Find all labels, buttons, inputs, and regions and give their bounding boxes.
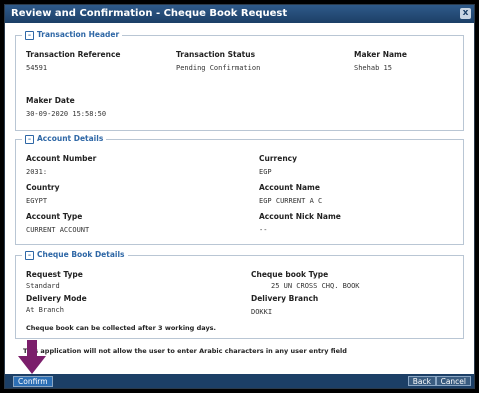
account-number-value: 2031: <box>26 168 48 176</box>
delivery-branch-label: Delivery Branch <box>251 294 319 303</box>
account-number-label: Account Number <box>26 154 97 163</box>
account-name-label: Account Name <box>259 183 320 192</box>
maker-name-label: Maker Name <box>354 50 407 59</box>
delivery-branch-value: DOKKI <box>251 308 273 316</box>
account-type-value: CURRENT ACCOUNT <box>26 226 90 234</box>
arabic-input-notice: This application will not allow the user… <box>23 347 347 355</box>
account-details-legend[interactable]: – Account Details <box>22 133 107 145</box>
cheque-book-type-label: Cheque book Type <box>251 270 329 279</box>
transaction-reference-label: Transaction Reference <box>26 50 121 59</box>
down-arrow-icon <box>18 340 46 374</box>
account-nick-name-label: Account Nick Name <box>259 212 341 221</box>
dialog-footer: Confirm Back Cancel <box>5 374 474 388</box>
transaction-status-value: Pending Confirmation <box>176 64 261 72</box>
currency-value: EGP <box>259 168 272 176</box>
country-value: EGYPT <box>26 197 48 205</box>
delivery-mode-value: At Branch <box>26 306 64 314</box>
account-nick-name-value: -- <box>259 226 268 234</box>
legend-label: Account Details <box>37 134 104 143</box>
collapse-icon[interactable]: – <box>25 250 34 260</box>
request-type-label: Request Type <box>26 270 83 279</box>
maker-name-value: Shehab 15 <box>354 64 392 72</box>
legend-label: Cheque Book Details <box>37 250 125 259</box>
dialog-title: Review and Confirmation - Cheque Book Re… <box>11 8 288 19</box>
cancel-button[interactable]: Cancel <box>435 376 471 386</box>
account-details-section: – Account Details Account Number 2031: C… <box>15 133 464 245</box>
cheque-book-details-legend[interactable]: – Cheque Book Details <box>22 249 128 261</box>
transaction-header-section: – Transaction Header Transaction Referen… <box>15 29 464 131</box>
transaction-header-legend[interactable]: – Transaction Header <box>22 29 123 41</box>
dialog-title-bar: Review and Confirmation - Cheque Book Re… <box>5 5 474 23</box>
cheque-book-review-dialog: Review and Confirmation - Cheque Book Re… <box>4 4 475 389</box>
cheque-book-type-value: 25 UN CROSS CHQ. BOOK <box>271 282 360 290</box>
maker-date-value: 30-09-2020 15:58:50 <box>26 110 107 118</box>
transaction-reference-value: 54591 <box>26 64 48 72</box>
country-label: Country <box>26 183 60 192</box>
maker-date-label: Maker Date <box>26 96 75 105</box>
back-button[interactable]: Back <box>407 376 436 386</box>
account-name-value: EGP CURRENT A C <box>259 197 323 205</box>
request-type-value: Standard <box>26 282 60 290</box>
collapse-icon[interactable]: – <box>25 134 34 144</box>
delivery-mode-label: Delivery Mode <box>26 294 87 303</box>
currency-label: Currency <box>259 154 298 163</box>
legend-label: Transaction Header <box>37 30 120 39</box>
collapse-icon[interactable]: – <box>25 30 34 40</box>
transaction-status-label: Transaction Status <box>176 50 256 59</box>
confirm-button[interactable]: Confirm <box>13 376 53 387</box>
close-icon[interactable]: x <box>460 8 471 19</box>
cheque-book-details-section: – Cheque Book Details Request Type Stand… <box>15 249 464 339</box>
account-type-label: Account Type <box>26 212 83 221</box>
collection-note: Cheque book can be collected after 3 wor… <box>26 324 217 332</box>
